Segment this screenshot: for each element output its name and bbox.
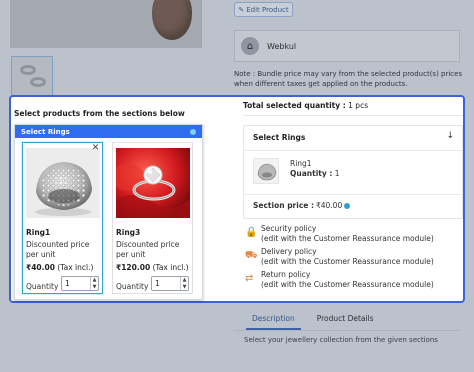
quantity-label: Quantity — [116, 282, 149, 291]
ring3-image — [116, 148, 190, 218]
divider — [244, 194, 462, 195]
main-product-image — [10, 0, 202, 48]
rings-section: Select Rings ✕ Ring1 Discounted price pe… — [14, 124, 203, 300]
selected-item-quantity: Quantity : 1 — [290, 169, 340, 178]
ring1-photo — [26, 148, 100, 218]
shield-lock-icon: 🔒 — [245, 227, 258, 238]
ring-shape — [30, 77, 46, 87]
store-icon: ⌂ — [241, 37, 259, 55]
delivery-policy: ⛟ Delivery policy (edit with the Custome… — [245, 247, 434, 266]
tab-description[interactable]: Description — [246, 310, 301, 330]
product-name: Ring1 — [26, 228, 51, 237]
decrement-icon[interactable]: ▼ — [181, 284, 188, 291]
bundle-title: Select products from the sections below — [14, 109, 185, 118]
bundle-selector: Select products from the sections below … — [9, 95, 465, 303]
arrow-down-icon[interactable]: ↓ — [446, 131, 454, 141]
ring1-thumb — [254, 159, 278, 183]
close-icon[interactable]: ✕ — [91, 144, 100, 153]
pencil-icon: ✎ — [238, 5, 245, 14]
divider — [243, 115, 463, 116]
ring-shape — [20, 65, 36, 75]
seller-card[interactable]: ⌂ Webkul — [234, 30, 460, 62]
section-price: Section price : ₹40.00 — [253, 201, 351, 210]
tab-divider — [234, 330, 460, 331]
info-icon[interactable] — [344, 202, 351, 209]
info-icon[interactable] — [190, 128, 196, 135]
product-price: ₹120.00 (Tax incl.) — [116, 263, 189, 272]
quantity-input[interactable]: 1 — [62, 279, 90, 288]
total-selected-quantity: Total selected quantity : 1 pcs — [243, 101, 369, 110]
selected-section-title: Select Rings — [253, 133, 306, 142]
product-card-ring1[interactable]: ✕ Ring1 Discounted price per unit ₹40.00… — [22, 142, 103, 294]
section-header[interactable]: Select Rings — [15, 125, 202, 138]
decrement-icon[interactable]: ▼ — [91, 284, 98, 291]
ring1-image — [26, 148, 100, 218]
divider — [244, 150, 462, 151]
stepper-buttons: ▲ ▼ — [180, 277, 188, 290]
seller-name: Webkul — [267, 41, 297, 51]
product-card-ring3[interactable]: Ring3 Discounted price per unit ₹120.00 … — [112, 142, 193, 294]
bundle-price-note: Note : Bundle price may vary from the se… — [234, 70, 463, 88]
product-name: Ring3 — [116, 228, 141, 237]
truck-icon: ⛟ — [245, 250, 258, 261]
quantity-stepper[interactable]: 1 ▲ ▼ — [61, 276, 99, 291]
selected-item-name: Ring1 — [290, 159, 312, 168]
tab-product-details[interactable]: Product Details — [311, 310, 380, 330]
selected-section-box: Select Rings ↓ Ring1 Quantity : 1 Sectio… — [243, 125, 463, 219]
quantity-label: Quantity — [26, 282, 59, 291]
quantity-input[interactable]: 1 — [152, 279, 180, 288]
heart-pendant-image — [152, 0, 192, 40]
return-icon: ⇄ — [245, 273, 254, 284]
price-label: Discounted price per unit — [116, 240, 180, 259]
product-tabs: Description Product Details — [246, 310, 380, 330]
stepper-buttons: ▲ ▼ — [90, 277, 98, 290]
security-policy: 🔒 Security policy (edit with the Custome… — [245, 224, 434, 243]
section-title: Select Rings — [21, 127, 70, 136]
description-text: Select your jewellery collection from th… — [244, 336, 438, 344]
ring3-photo — [116, 148, 190, 218]
product-price: ₹40.00 (Tax incl.) — [26, 263, 94, 272]
selected-item-thumbnail — [253, 158, 279, 184]
return-policy: ⇄ Return policy (edit with the Customer … — [245, 270, 434, 289]
product-thumbnail[interactable] — [11, 56, 53, 96]
edit-product-button[interactable]: ✎ Edit Product — [234, 2, 293, 17]
bundle-summary: Total selected quantity : 1 pcs Select R… — [243, 101, 463, 289]
quantity-stepper[interactable]: 1 ▲ ▼ — [151, 276, 189, 291]
price-label: Discounted price per unit — [26, 240, 90, 259]
